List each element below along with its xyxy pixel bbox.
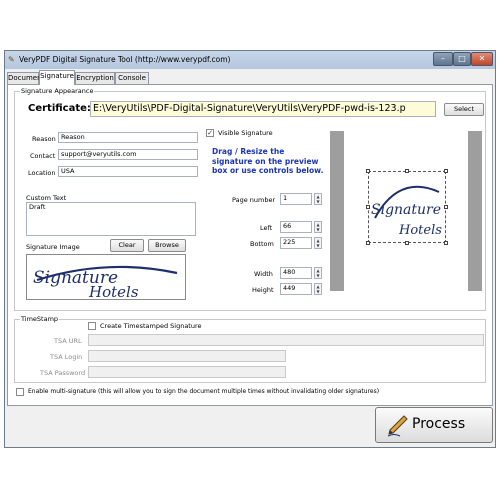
signature-image-preview: Signature Hotels (26, 254, 186, 300)
resize-handle-sw[interactable] (366, 241, 370, 245)
signature-logo-image: Signature Hotels (33, 265, 178, 299)
resize-handle-s[interactable] (405, 241, 409, 245)
process-button-label: Process (412, 416, 466, 432)
tab-encryption[interactable]: Encryption (75, 72, 115, 84)
width-field[interactable]: 480 (280, 267, 312, 279)
maximize-button[interactable]: □ (453, 52, 471, 66)
tab-panel-signature: Signature Appearance Certificate: E:\Ver… (7, 84, 493, 406)
pen-icon (387, 415, 408, 437)
height-label: Height (252, 286, 274, 294)
page-preview-area: Signature Hotels (330, 131, 482, 291)
signature-appearance-label: Signature Appearance (20, 87, 95, 95)
resize-handle-se[interactable] (444, 241, 448, 245)
tsa-url-label: TSA URL (54, 337, 82, 345)
location-label: Location (28, 169, 56, 177)
tsa-url-field (88, 334, 484, 346)
signature-image-label: Signature Image (26, 243, 80, 251)
pen-icon: ✎ (8, 55, 15, 64)
spin-down-icon[interactable]: ▼ (315, 289, 321, 294)
left-label: Left (260, 224, 273, 232)
certificate-path-field[interactable]: E:\VeryUtils\PDF-Digital-Signature\VeryU… (90, 101, 436, 117)
tsa-password-label: TSA Password (40, 369, 86, 377)
resize-handle-e[interactable] (444, 205, 448, 209)
tsa-login-label: TSA Login (50, 353, 83, 361)
page-number-spinner[interactable]: ▲ ▼ (314, 193, 322, 205)
bottom-field[interactable]: 225 (280, 237, 312, 249)
bottom-label: Bottom (250, 240, 274, 248)
browse-image-button[interactable]: Browse (148, 239, 186, 252)
select-certificate-button[interactable]: Select (444, 103, 484, 116)
signature-preview-image: Signature Hotels (371, 185, 442, 238)
window-title: VeryPDF Digital Signature Tool (http://w… (19, 55, 231, 64)
page-number-label: Page number (232, 196, 276, 204)
resize-handle-w[interactable] (366, 205, 370, 209)
preview-logo-word-1: Signature (371, 202, 441, 218)
bottom-spinner[interactable]: ▲ ▼ (314, 237, 322, 249)
spin-down-icon[interactable]: ▼ (315, 243, 321, 248)
spin-down-icon[interactable]: ▼ (315, 273, 321, 278)
visible-signature-label: Visible Signature (218, 129, 273, 137)
preview-logo-word-2: Hotels (398, 223, 442, 238)
resize-hint-text: Drag / Resize the signature on the previ… (212, 147, 324, 175)
reason-label: Reason (32, 135, 56, 143)
custom-text-area[interactable]: Draft (26, 202, 196, 236)
tsa-login-field (88, 350, 286, 362)
height-spinner[interactable]: ▲ ▼ (314, 283, 322, 295)
custom-text-label: Custom Text (26, 194, 67, 202)
width-spinner[interactable]: ▲ ▼ (314, 267, 322, 279)
visible-signature-checkbox[interactable]: ✓ (206, 129, 214, 137)
spin-down-icon[interactable]: ▼ (315, 199, 321, 204)
close-button[interactable]: ✕ (471, 52, 493, 66)
height-field[interactable]: 449 (280, 283, 312, 295)
tsa-password-field (88, 366, 286, 378)
page-number-field[interactable]: 1 (280, 193, 312, 205)
title-bar[interactable]: ✎ VeryPDF Digital Signature Tool (http:/… (5, 51, 495, 69)
certificate-label: Certificate: (28, 103, 91, 114)
reason-field[interactable]: Reason (58, 132, 198, 143)
resize-handle-ne[interactable] (444, 169, 448, 173)
width-label: Width (254, 270, 273, 278)
multi-signature-label: Enable multi-signature (this will allow … (28, 388, 380, 395)
app-window: ✎ VeryPDF Digital Signature Tool (http:/… (4, 50, 496, 448)
multi-signature-checkbox[interactable] (16, 388, 24, 396)
left-spinner[interactable]: ▲ ▼ (314, 221, 322, 233)
process-button[interactable]: Process (375, 407, 493, 443)
tab-console[interactable]: Console (115, 72, 149, 84)
contact-label: Contact (30, 152, 56, 160)
clear-image-button[interactable]: Clear (110, 239, 144, 252)
signature-logo-word-2: Hotels (88, 283, 139, 299)
tab-document[interactable]: Document (7, 72, 44, 84)
location-field[interactable]: USA (58, 166, 198, 177)
contact-field[interactable]: support@veryutils.com (58, 149, 198, 160)
resize-handle-n[interactable] (405, 169, 409, 173)
minimize-button[interactable]: – (433, 52, 453, 66)
spin-down-icon[interactable]: ▼ (315, 227, 321, 232)
left-field[interactable]: 66 (280, 221, 312, 233)
tab-signature[interactable]: Signature (39, 70, 75, 85)
timestamp-label: TimeStamp (20, 315, 60, 323)
create-timestamp-checkbox[interactable] (88, 322, 96, 330)
resize-handle-nw[interactable] (366, 169, 370, 173)
signature-placement-box[interactable]: Signature Hotels (368, 171, 446, 243)
create-timestamp-label: Create Timestamped Signature (100, 322, 202, 330)
